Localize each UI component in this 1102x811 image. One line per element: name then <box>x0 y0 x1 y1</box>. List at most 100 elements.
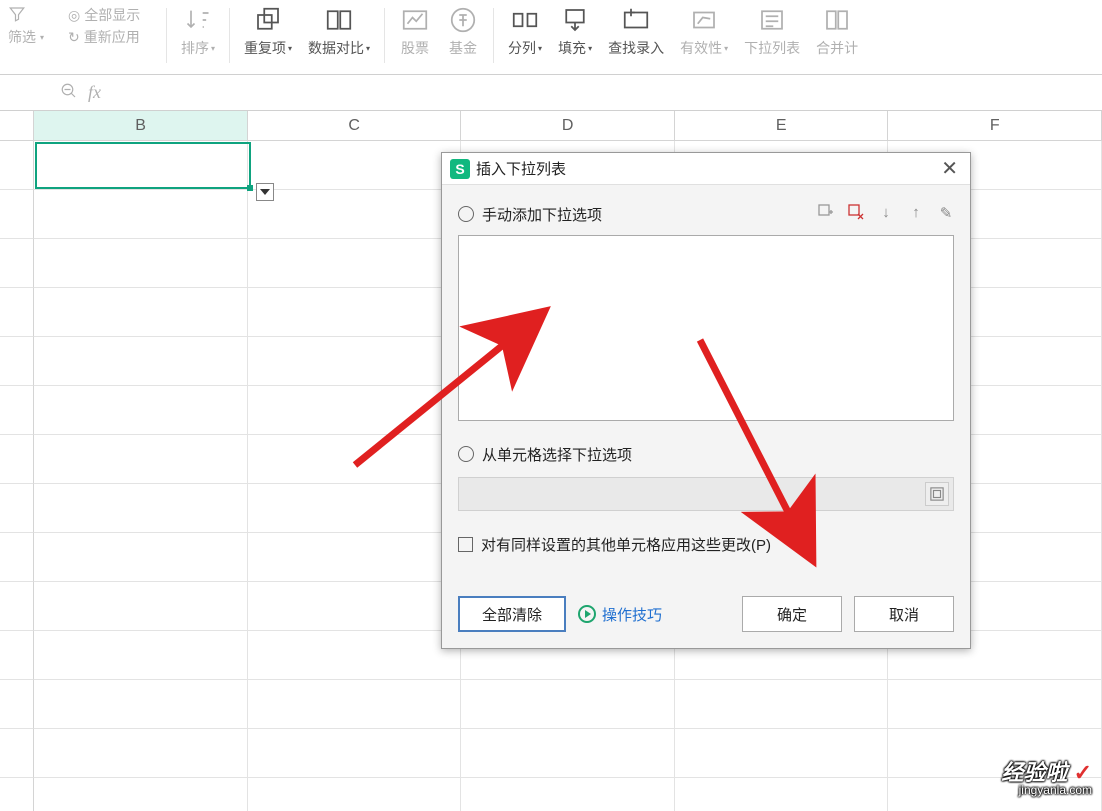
cell[interactable] <box>248 435 462 484</box>
cell[interactable] <box>248 337 462 386</box>
range-picker-icon[interactable] <box>925 482 949 506</box>
cell[interactable] <box>34 778 248 811</box>
cell[interactable] <box>888 680 1102 729</box>
merge-button[interactable]: 合并计 <box>808 4 866 69</box>
radio-icon <box>458 206 474 222</box>
valid-icon <box>688 4 720 36</box>
show-all-icon: ◎ <box>68 7 80 24</box>
cell[interactable] <box>675 680 889 729</box>
cell[interactable] <box>34 288 248 337</box>
split-icon <box>509 4 541 36</box>
show-all-button[interactable]: ◎全部显示 <box>64 4 144 26</box>
cell[interactable] <box>248 190 462 239</box>
cell[interactable] <box>248 778 462 811</box>
watermark: 经验啦 ✓ jingyanla.com <box>1001 762 1092 796</box>
cell[interactable] <box>34 386 248 435</box>
sort-button[interactable]: 排序▾ <box>173 4 223 69</box>
move-down-icon[interactable]: ↓ <box>878 204 894 224</box>
insert-dropdown-dialog: S 插入下拉列表 ✕ 手动添加下拉选项 ↓ ↑ ✎ 从单元格选择下拉选项 <box>441 152 971 649</box>
checkbox-icon <box>458 537 473 552</box>
cell[interactable] <box>34 484 248 533</box>
ok-button[interactable]: 确定 <box>742 596 842 632</box>
delete-item-icon[interactable] <box>848 204 864 224</box>
cell[interactable] <box>248 533 462 582</box>
tips-link[interactable]: 操作技巧 <box>578 604 662 625</box>
col-header[interactable]: E <box>675 111 889 140</box>
cell[interactable] <box>34 582 248 631</box>
cell[interactable] <box>248 631 462 680</box>
close-button[interactable]: ✕ <box>937 156 962 181</box>
merge-icon <box>821 4 853 36</box>
ribbon: 筛选▾ ◎全部显示 ↻重新应用 排序▾ 重复项▾ 数据对比▾ 股票 基金 <box>0 0 1102 75</box>
cell[interactable] <box>34 533 248 582</box>
col-header[interactable]: F <box>888 111 1102 140</box>
cell[interactable] <box>461 778 675 811</box>
split-button[interactable]: 分列▾ <box>500 4 550 69</box>
reapply-button[interactable]: ↻重新应用 <box>64 26 144 48</box>
cell[interactable] <box>248 729 462 778</box>
compare-button[interactable]: 数据对比▾ <box>300 4 378 69</box>
option-range-label: 从单元格选择下拉选项 <box>482 444 632 465</box>
lookup-icon <box>620 4 652 36</box>
cell[interactable] <box>34 729 248 778</box>
cell[interactable] <box>248 239 462 288</box>
stock-button[interactable]: 股票 <box>391 4 439 69</box>
cell[interactable] <box>34 337 248 386</box>
cell[interactable] <box>34 239 248 288</box>
play-icon <box>578 605 596 623</box>
funnel-icon <box>8 5 26 26</box>
droplist-button[interactable]: 下拉列表 <box>736 4 808 69</box>
formula-bar: fx <box>0 75 1102 111</box>
cell[interactable] <box>34 141 248 190</box>
sort-icon <box>182 4 214 36</box>
items-listbox[interactable] <box>458 235 954 421</box>
edit-item-icon[interactable]: ✎ <box>938 204 954 224</box>
apply-others-label: 对有同样设置的其他单元格应用这些更改(P) <box>481 534 771 555</box>
fill-button[interactable]: 填充▾ <box>550 4 600 69</box>
cell[interactable] <box>34 435 248 484</box>
formula-input[interactable] <box>111 80 1102 106</box>
cell[interactable] <box>248 386 462 435</box>
cell[interactable] <box>34 680 248 729</box>
fund-icon <box>447 4 479 36</box>
filter-button[interactable] <box>4 4 30 26</box>
col-header[interactable]: D <box>461 111 675 140</box>
compare-icon <box>323 4 355 36</box>
cell[interactable] <box>675 778 889 811</box>
add-item-icon[interactable] <box>818 204 834 224</box>
filter-label[interactable]: 筛选▾ <box>4 26 48 48</box>
move-up-icon[interactable]: ↑ <box>908 204 924 224</box>
option-manual-add[interactable]: 手动添加下拉选项 ↓ ↑ ✎ <box>458 197 954 231</box>
dialog-title: 插入下拉列表 <box>476 158 937 179</box>
fill-icon <box>559 4 591 36</box>
lookup-button[interactable]: 查找录入 <box>600 4 672 69</box>
fund-button[interactable]: 基金 <box>439 4 487 69</box>
cell[interactable] <box>248 288 462 337</box>
col-header[interactable]: C <box>248 111 462 140</box>
apply-others-checkbox[interactable]: 对有同样设置的其他单元格应用这些更改(P) <box>458 527 954 561</box>
cancel-button[interactable]: 取消 <box>854 596 954 632</box>
option-from-range[interactable]: 从单元格选择下拉选项 <box>458 437 954 471</box>
cell[interactable] <box>248 582 462 631</box>
cell[interactable] <box>34 631 248 680</box>
col-header[interactable]: B <box>34 111 248 140</box>
cell-dropdown-arrow[interactable] <box>256 183 274 201</box>
cell[interactable] <box>461 729 675 778</box>
cell[interactable] <box>461 680 675 729</box>
cell[interactable] <box>248 484 462 533</box>
cell[interactable] <box>34 190 248 239</box>
radio-icon <box>458 446 474 462</box>
cell[interactable] <box>675 729 889 778</box>
dialog-titlebar[interactable]: S 插入下拉列表 ✕ <box>442 153 970 185</box>
clear-all-button[interactable]: 全部清除 <box>458 596 566 632</box>
cell[interactable] <box>248 680 462 729</box>
dup-button[interactable]: 重复项▾ <box>236 4 300 69</box>
zoom-out-icon[interactable] <box>60 82 78 103</box>
fx-label[interactable]: fx <box>88 82 101 103</box>
cell[interactable] <box>248 141 462 190</box>
option-manual-label: 手动添加下拉选项 <box>482 204 602 225</box>
range-input[interactable] <box>458 477 954 511</box>
valid-button[interactable]: 有效性▾ <box>672 4 736 69</box>
refresh-icon: ↻ <box>68 29 80 46</box>
column-headers: B C D E F <box>0 111 1102 141</box>
